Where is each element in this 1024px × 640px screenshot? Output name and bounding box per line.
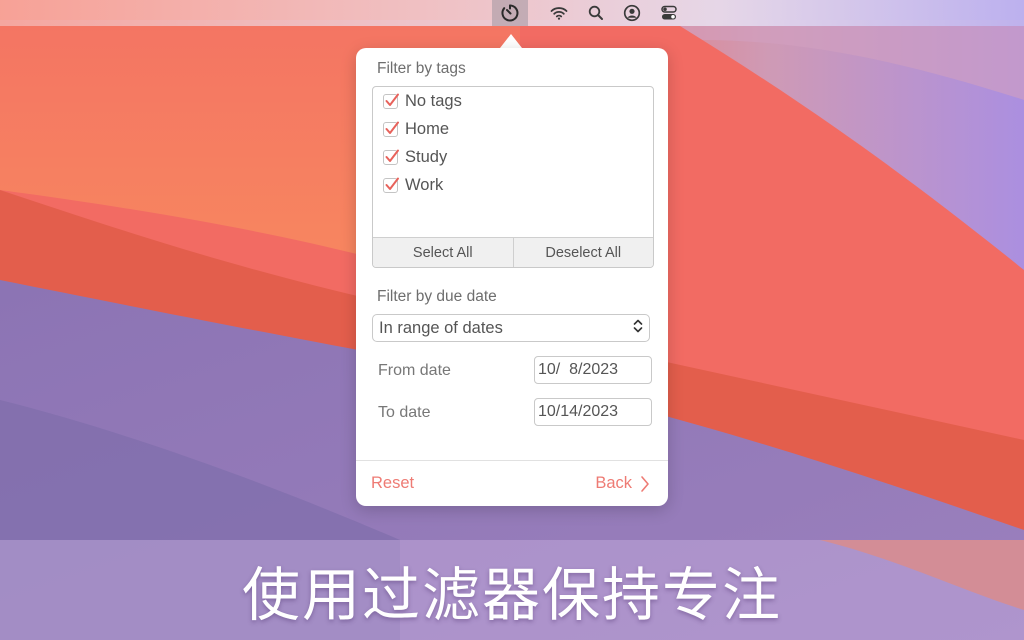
reset-label: Reset bbox=[371, 474, 415, 492]
footer-divider bbox=[356, 460, 668, 461]
tag-label: Study bbox=[405, 147, 448, 166]
tag-item-study[interactable]: Study bbox=[383, 145, 447, 169]
tag-item-home[interactable]: Home bbox=[383, 117, 449, 141]
popover-arrow bbox=[500, 34, 522, 48]
due-date-mode-select[interactable]: In range of dates bbox=[372, 314, 650, 342]
wifi-icon[interactable] bbox=[541, 0, 577, 26]
back-label: Back bbox=[595, 474, 632, 492]
to-date-label: To date bbox=[378, 404, 431, 421]
menu-bar bbox=[0, 0, 1024, 26]
promo-caption: 使用过滤器保持专注 bbox=[241, 561, 782, 629]
tag-selection-buttons: Select All Deselect All bbox=[373, 237, 654, 267]
tag-label: Work bbox=[405, 175, 444, 194]
filter-popover: Filter by tags No tags Home Study Work S… bbox=[356, 48, 668, 506]
search-icon[interactable] bbox=[578, 0, 614, 26]
tag-item-work[interactable]: Work bbox=[383, 173, 443, 197]
user-icon[interactable] bbox=[614, 0, 650, 26]
tag-label: No tags bbox=[405, 91, 462, 110]
checkbox-checked-icon[interactable] bbox=[383, 177, 399, 193]
filter-by-tags-label: Filter by tags bbox=[377, 60, 466, 77]
checkbox-checked-icon[interactable] bbox=[383, 93, 399, 109]
select-all-button[interactable]: Select All bbox=[373, 238, 513, 267]
timer-icon[interactable] bbox=[492, 0, 528, 26]
checkbox-checked-icon[interactable] bbox=[383, 149, 399, 165]
filter-by-due-date-label: Filter by due date bbox=[377, 288, 497, 305]
to-date-input[interactable]: 10/14/2023 bbox=[534, 398, 652, 426]
deselect-all-button[interactable]: Deselect All bbox=[512, 238, 654, 267]
tag-list: No tags Home Study Work Select All Desel… bbox=[372, 86, 654, 268]
reset-button[interactable]: Reset bbox=[371, 474, 414, 493]
from-date-input[interactable]: 10/ 8/2023 bbox=[534, 356, 652, 384]
from-date-label: From date bbox=[378, 362, 451, 379]
control-center-icon[interactable] bbox=[651, 0, 687, 26]
tag-label: Home bbox=[405, 119, 450, 138]
due-date-mode-value: In range of dates bbox=[379, 318, 503, 337]
back-button[interactable]: Back bbox=[595, 474, 650, 493]
chevron-right-icon bbox=[640, 475, 650, 493]
tag-item-no-tags[interactable]: No tags bbox=[383, 89, 462, 113]
checkbox-checked-icon[interactable] bbox=[383, 121, 399, 137]
updown-chevron-icon bbox=[633, 318, 643, 339]
